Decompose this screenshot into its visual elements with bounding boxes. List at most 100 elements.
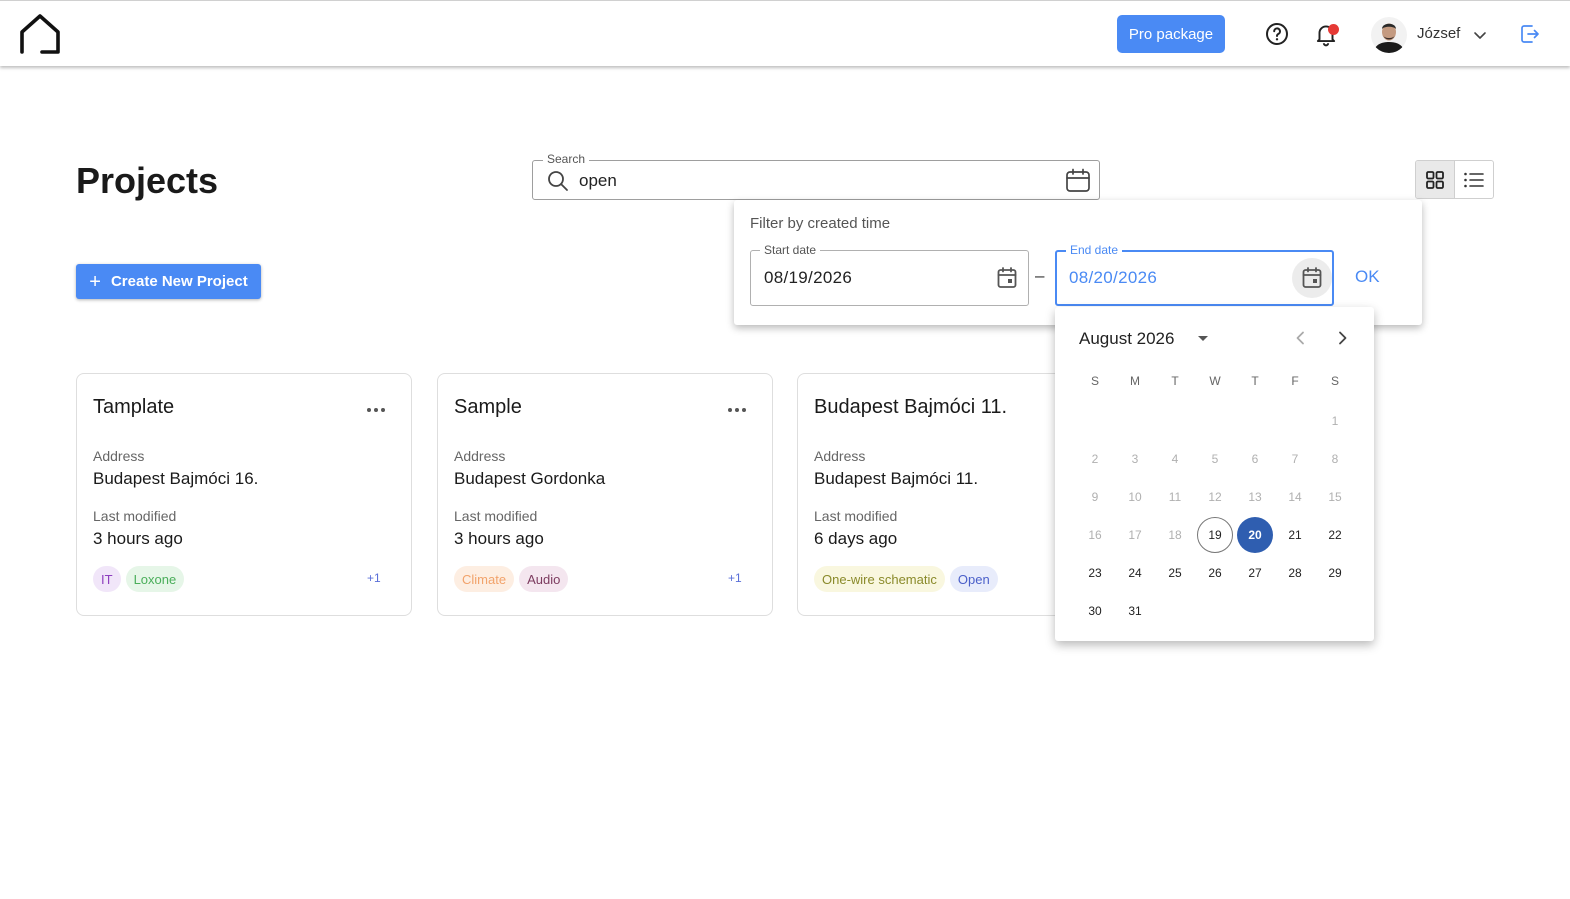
- search-icon: [548, 171, 568, 191]
- more-tags-count[interactable]: +1: [367, 571, 381, 585]
- list-view-button[interactable]: [1454, 161, 1493, 198]
- create-new-project-label: Create New Project: [110, 273, 248, 290]
- grid-icon: [1426, 170, 1444, 189]
- tag: IT: [93, 566, 121, 592]
- start-date-field[interactable]: Start date 08/19/2026: [750, 243, 1029, 306]
- more-tags-count[interactable]: +1: [728, 571, 742, 585]
- calendar-day[interactable]: 25: [1157, 555, 1193, 591]
- ok-button[interactable]: OK: [1355, 267, 1380, 287]
- weekday-label: S: [1090, 374, 1099, 388]
- calendar-day: 15: [1328, 490, 1342, 504]
- calendar-icon: [1302, 267, 1322, 288]
- more-options-icon[interactable]: [365, 402, 387, 418]
- weekday-label: T: [1251, 374, 1259, 388]
- top-bar: Pro package József: [0, 0, 1570, 66]
- calendar-month-label[interactable]: August 2026: [1079, 329, 1174, 349]
- view-toggle: [1415, 160, 1494, 199]
- tag: Loxone: [125, 566, 185, 592]
- address-label: Address: [93, 448, 145, 464]
- search-input[interactable]: [579, 169, 1049, 193]
- calendar-day[interactable]: 22: [1317, 517, 1353, 553]
- calendar-day: 13: [1248, 490, 1262, 504]
- project-card[interactable]: Sample Address Budapest Gordonka Last mo…: [437, 373, 773, 616]
- tag: Open: [949, 566, 998, 592]
- end-date-field[interactable]: End date 08/20/2026: [1055, 243, 1334, 306]
- project-card[interactable]: Tamplate Address Budapest Bajmóci 16. La…: [76, 373, 412, 616]
- calendar-day[interactable]: 26: [1197, 555, 1233, 591]
- last-modified-value: 3 hours ago: [454, 529, 544, 548]
- caret-down-icon[interactable]: [1196, 331, 1210, 345]
- calendar-day: 1: [1331, 414, 1339, 428]
- search-label: Search: [543, 152, 590, 166]
- calendar-day[interactable]: 19: [1197, 517, 1233, 553]
- previous-month-icon[interactable]: [1292, 329, 1310, 347]
- calendar-day[interactable]: 24: [1117, 555, 1153, 591]
- date-picker-calendar: August 2026 S M T W T F S 1 2 3 4 5 6 7 8 9 10 11 12 13 14 15…: [1055, 307, 1374, 641]
- calendar-day[interactable]: 29: [1317, 555, 1353, 591]
- end-date-picker-button[interactable]: [1292, 258, 1332, 298]
- create-new-project-button[interactable]: + Create New Project: [76, 264, 261, 299]
- calendar-day[interactable]: 27: [1237, 555, 1273, 591]
- user-name[interactable]: József: [1417, 25, 1460, 42]
- address-label: Address: [814, 448, 866, 464]
- tag-list: One-wire schematic Open: [814, 566, 998, 592]
- start-date-label: Start date: [760, 243, 821, 257]
- weekday-label: F: [1291, 374, 1299, 388]
- logout-icon[interactable]: [1519, 23, 1541, 45]
- pro-package-button[interactable]: Pro package: [1117, 15, 1225, 53]
- calendar-day[interactable]: 28: [1277, 555, 1313, 591]
- calendar-icon: [997, 267, 1017, 288]
- address-value: Budapest Bajmóci 11.: [814, 469, 979, 488]
- last-modified-value: 3 hours ago: [93, 529, 183, 548]
- calendar-day: 17: [1128, 528, 1142, 542]
- address-value: Budapest Bajmóci 16.: [93, 469, 259, 488]
- last-modified-label: Last modified: [814, 508, 898, 524]
- calendar-filter-icon[interactable]: [1065, 168, 1091, 194]
- next-month-icon[interactable]: [1333, 329, 1351, 347]
- last-modified-value: 6 days ago: [814, 529, 898, 548]
- date-range-separator: –: [1035, 266, 1045, 285]
- end-date-label: End date: [1066, 243, 1123, 257]
- filter-title: Filter by created time: [750, 215, 891, 232]
- address-value: Budapest Gordonka: [454, 469, 606, 488]
- notification-badge: [1328, 24, 1339, 35]
- tag-list: Climate Audio: [454, 566, 569, 592]
- calendar-day[interactable]: 20: [1237, 517, 1273, 553]
- calendar-day[interactable]: 30: [1077, 593, 1113, 629]
- help-icon[interactable]: [1265, 22, 1289, 46]
- last-modified-label: Last modified: [93, 508, 177, 524]
- more-options-icon[interactable]: [726, 402, 748, 418]
- search-field[interactable]: Search: [532, 152, 1100, 200]
- calendar-day: 8: [1331, 452, 1339, 466]
- tag-list: IT Loxone: [93, 566, 185, 592]
- avatar[interactable]: [1371, 17, 1407, 53]
- project-title: Budapest Bajmóci 11.: [814, 396, 1008, 418]
- calendar-day: 4: [1171, 452, 1179, 466]
- last-modified-label: Last modified: [454, 508, 538, 524]
- calendar-day: 5: [1211, 452, 1219, 466]
- grid-view-button[interactable]: [1416, 161, 1454, 198]
- calendar-day: 16: [1088, 528, 1102, 542]
- calendar-day: 18: [1168, 528, 1182, 542]
- tag: Audio: [519, 566, 569, 592]
- weekday-label: M: [1130, 374, 1140, 388]
- end-date-value[interactable]: 08/20/2026: [1069, 268, 1157, 288]
- calendar-day: 12: [1208, 490, 1222, 504]
- chevron-down-icon[interactable]: [1472, 27, 1488, 43]
- calendar-day: 2: [1091, 452, 1099, 466]
- calendar-day: 9: [1091, 490, 1099, 504]
- start-date-value[interactable]: 08/19/2026: [764, 268, 852, 288]
- weekday-label: S: [1330, 374, 1339, 388]
- tag: One-wire schematic: [814, 566, 945, 592]
- calendar-day[interactable]: 31: [1117, 593, 1153, 629]
- address-label: Address: [454, 448, 506, 464]
- calendar-day[interactable]: 21: [1277, 517, 1313, 553]
- calendar-day: 6: [1251, 452, 1259, 466]
- tag: Climate: [454, 566, 515, 592]
- weekday-label: W: [1209, 374, 1221, 388]
- calendar-day[interactable]: 23: [1077, 555, 1113, 591]
- start-date-picker-button[interactable]: [987, 258, 1027, 298]
- project-title: Sample: [454, 396, 522, 418]
- plus-icon: +: [89, 270, 101, 293]
- home-logo-icon[interactable]: [18, 12, 62, 56]
